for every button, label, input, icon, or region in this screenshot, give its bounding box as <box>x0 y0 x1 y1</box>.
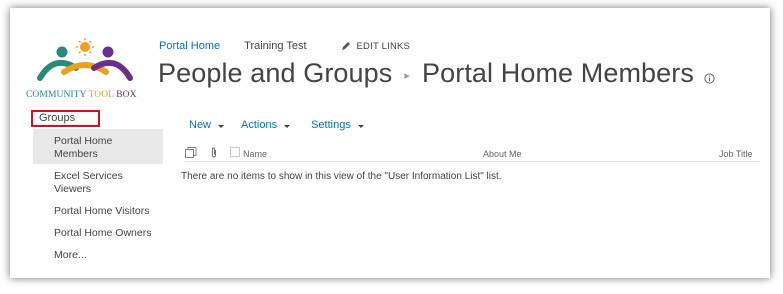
sidebar-item-label: More... <box>54 249 87 261</box>
empty-list-message: There are no items to show in this view … <box>181 171 502 182</box>
list-column-header: Name About Me Job Title <box>185 145 760 162</box>
new-menu-button[interactable]: New <box>189 119 225 131</box>
breadcrumb-separator-icon: ▸ <box>404 70 410 82</box>
attachment-icon <box>210 147 218 160</box>
list-toolbar: New Actions Settings <box>189 119 364 131</box>
logo-figures-icon <box>37 38 133 81</box>
logo-word-tool: TOOL <box>88 90 114 100</box>
sidebar-item-portal-home-members[interactable]: Portal Home Members <box>54 135 112 161</box>
actions-menu-button[interactable]: Actions <box>241 119 291 131</box>
column-header-job-title[interactable]: Job Title <box>719 149 753 159</box>
new-label: New <box>189 119 212 131</box>
pencil-icon <box>341 42 350 50</box>
page-title: People and Groups ▸ Portal Home Members <box>158 58 715 89</box>
settings-menu-button[interactable]: Settings <box>311 119 364 131</box>
sidebar-item-label: Excel Services <box>54 170 123 182</box>
info-icon[interactable] <box>704 60 715 91</box>
sidebar-item-label: Members <box>54 148 98 160</box>
page: COMMUNITY TOOL BOX Portal Home Training … <box>20 14 760 268</box>
logo-word-box: BOX <box>116 90 137 100</box>
document-type-icon <box>185 147 197 160</box>
top-navigation: Portal Home Training Test EDIT LINKS <box>159 40 410 52</box>
column-header-name[interactable]: Name <box>243 149 267 159</box>
chevron-down-icon <box>284 124 291 128</box>
sidebar-item-portal-home-visitors[interactable]: Portal Home Visitors <box>54 205 150 218</box>
groups-link-highlighted[interactable]: Groups <box>31 110 100 127</box>
logo-word-community: COMMUNITY <box>26 90 87 100</box>
nav-portal-home[interactable]: Portal Home <box>159 40 220 52</box>
nav-training-test[interactable]: Training Test <box>244 40 306 52</box>
column-header-about-me[interactable]: About Me <box>483 149 522 159</box>
title-portal-home-members: Portal Home Members <box>422 58 694 88</box>
sidebar-item-label: Portal Home Owners <box>54 227 152 239</box>
title-people-and-groups[interactable]: People and Groups <box>158 58 392 89</box>
edit-links-button[interactable]: EDIT LINKS <box>341 41 411 52</box>
sidebar-item-excel-services-viewers[interactable]: Excel Services Viewers <box>54 170 123 196</box>
sidebar-item-label: Portal Home Visitors <box>54 205 150 217</box>
sidebar-item-more[interactable]: More... <box>54 249 87 262</box>
logo-text: COMMUNITY TOOL BOX <box>26 90 137 100</box>
sidebar-item-portal-home-owners[interactable]: Portal Home Owners <box>54 227 151 240</box>
sidebar-item-label: Portal Home <box>54 135 113 147</box>
sidebar-item-label: Viewers <box>54 183 92 195</box>
settings-label: Settings <box>311 119 351 131</box>
select-all-checkbox[interactable] <box>230 147 240 159</box>
actions-label: Actions <box>241 119 278 131</box>
edit-links-label: EDIT LINKS <box>356 40 411 52</box>
chevron-down-icon <box>357 124 364 128</box>
chevron-down-icon <box>218 124 225 128</box>
